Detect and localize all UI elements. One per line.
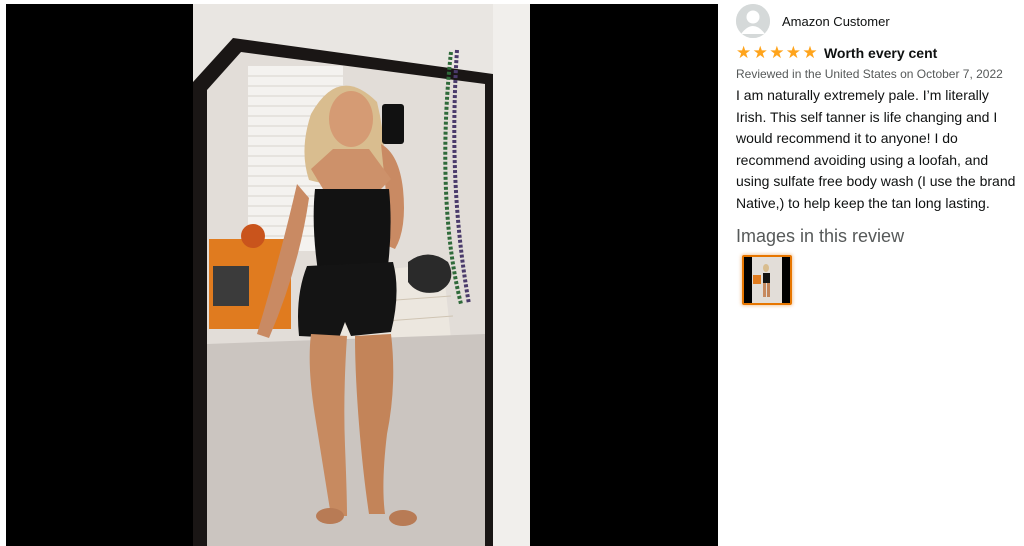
reviewer-name[interactable]: Amazon Customer bbox=[782, 14, 890, 29]
star-icon: ★ bbox=[769, 43, 785, 63]
star-rating[interactable]: ★ ★ ★ ★ ★ bbox=[736, 44, 819, 62]
default-user-avatar-icon bbox=[736, 4, 770, 38]
image-viewer bbox=[6, 4, 718, 546]
star-icon: ★ bbox=[752, 43, 768, 63]
review-body: I am naturally extremely pale. I’m liter… bbox=[736, 87, 1016, 211]
review-panel: Amazon Customer ★ ★ ★ ★ ★ Worth every ce… bbox=[736, 4, 1020, 544]
star-icon: ★ bbox=[736, 43, 752, 63]
rating-row: ★ ★ ★ ★ ★ Worth every cent bbox=[736, 44, 1020, 62]
star-icon: ★ bbox=[785, 43, 802, 63]
review-date: Reviewed in the United States on October… bbox=[736, 67, 1003, 81]
review-title[interactable]: Worth every cent bbox=[824, 45, 937, 61]
reviewer-profile[interactable]: Amazon Customer bbox=[736, 4, 1020, 38]
images-heading: Images in this review bbox=[736, 226, 905, 246]
review-photo bbox=[193, 4, 530, 546]
review-image-thumbnail[interactable] bbox=[742, 255, 792, 305]
star-icon: ★ bbox=[802, 43, 818, 63]
